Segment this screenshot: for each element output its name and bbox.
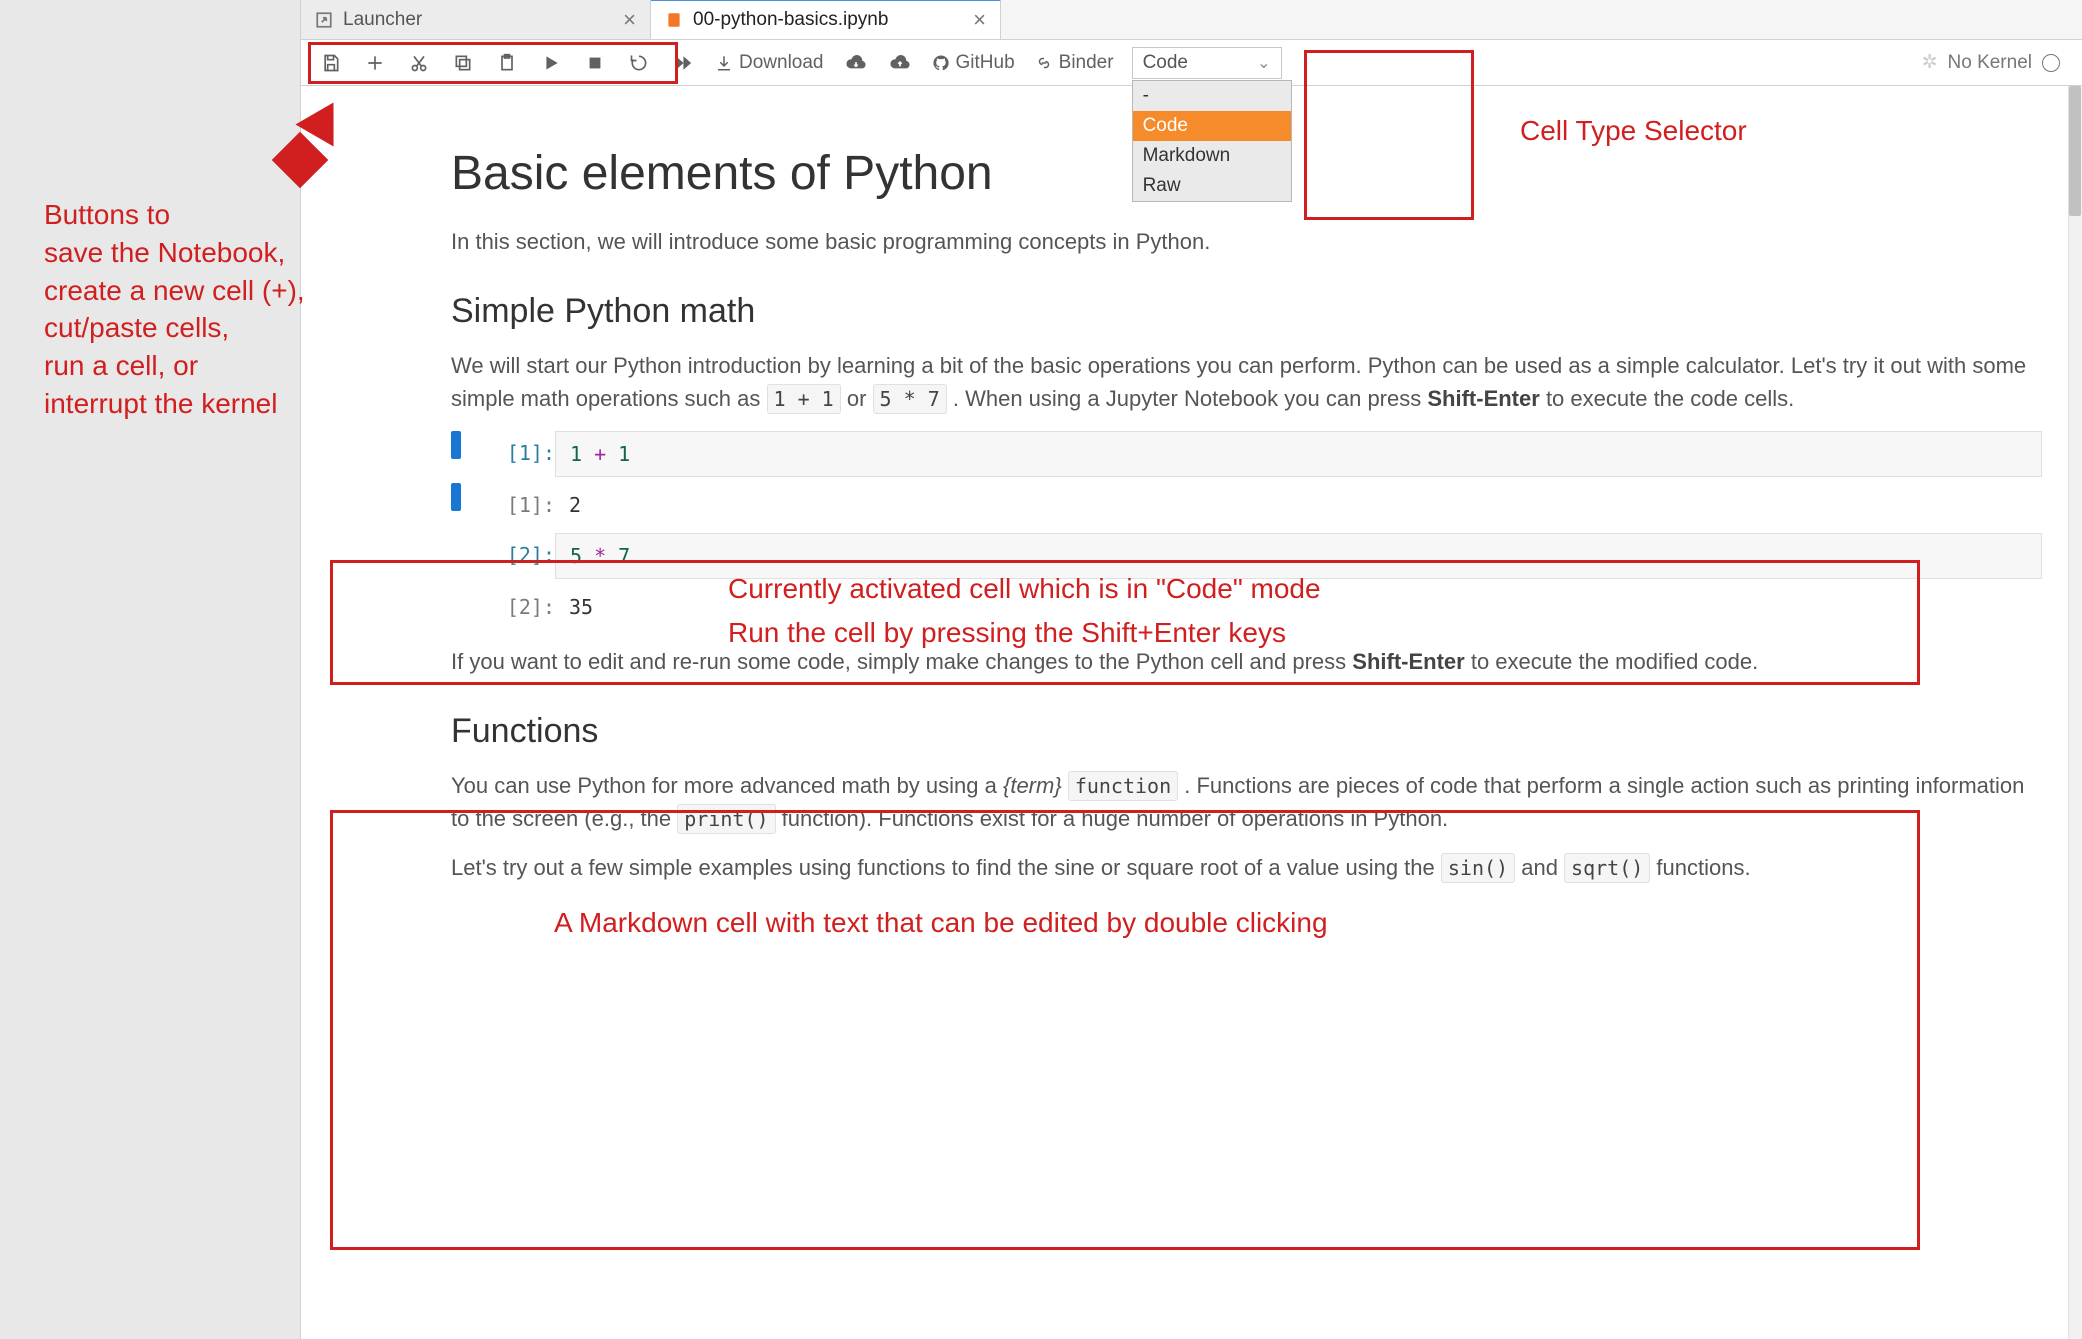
cloud-download-button[interactable] [836, 46, 876, 80]
celltype-dropdown: - Code Markdown Raw [1132, 80, 1292, 202]
paragraph: We will start our Python introduction by… [451, 349, 2042, 415]
celltype-option[interactable]: Raw [1133, 171, 1291, 201]
notebook-icon [665, 11, 683, 29]
inline-code: sqrt() [1564, 853, 1650, 883]
celltype-option[interactable]: Markdown [1133, 141, 1291, 171]
inline-code: sin() [1441, 853, 1515, 883]
paragraph: You can use Python for more advanced mat… [451, 769, 2042, 835]
output-cell: [1]: 2 [451, 483, 2042, 527]
cell-gutter [451, 585, 461, 613]
out-prompt: [1]: [475, 483, 555, 517]
toolbar: Download GitHub Binder Code ⌄ - Code Mar… [301, 40, 2082, 86]
github-button[interactable]: GitHub [924, 52, 1023, 74]
code-output: 2 [555, 483, 2042, 527]
code-cell[interactable]: [2]: 5 * 7 [451, 533, 2042, 579]
sidebar-panel [0, 0, 300, 1339]
inline-code: 1 + 1 [767, 384, 841, 414]
paragraph: If you want to edit and re-run some code… [451, 645, 2042, 678]
output-cell: [2]: 35 [451, 585, 2042, 629]
binder-label: Binder [1059, 52, 1114, 74]
code-input[interactable]: 5 * 7 [555, 533, 2042, 579]
paragraph: Let's try out a few simple examples usin… [451, 851, 2042, 884]
bug-icon[interactable]: ✲ [1922, 51, 1938, 74]
stop-button[interactable] [575, 46, 615, 80]
celltype-selector[interactable]: Code ⌄ - Code Markdown Raw [1132, 47, 1282, 79]
tab-launcher[interactable]: Launcher × [301, 0, 651, 39]
inline-code: print() [677, 804, 775, 834]
celltype-current: Code [1143, 52, 1188, 74]
kernel-status-label[interactable]: No Kernel [1948, 52, 2033, 74]
run-button[interactable] [531, 46, 571, 80]
tab-bar: Launcher × 00-python-basics.ipynb × [301, 0, 2082, 40]
celltype-option[interactable]: Code [1133, 111, 1291, 141]
save-button[interactable] [311, 46, 351, 80]
in-prompt: [2]: [475, 533, 555, 567]
paragraph: In this section, we will introduce some … [451, 225, 2042, 258]
paste-button[interactable] [487, 46, 527, 80]
close-icon[interactable]: × [623, 7, 636, 33]
notebook-area[interactable]: Basic elements of Python In this section… [301, 86, 2082, 1339]
tab-label: 00-python-basics.ipynb [693, 9, 888, 31]
kernel-status: ✲ No Kernel [1922, 51, 2072, 74]
out-prompt: [2]: [475, 585, 555, 619]
binder-button[interactable]: Binder [1027, 52, 1122, 74]
tab-label: Launcher [343, 9, 422, 31]
scrollbar[interactable] [2068, 86, 2082, 1339]
kernel-indicator-icon[interactable] [2042, 54, 2060, 72]
copy-button[interactable] [443, 46, 483, 80]
launcher-icon [315, 11, 333, 29]
github-label: GitHub [956, 52, 1015, 74]
code-cell[interactable]: [1]: 1 + 1 [451, 431, 2042, 477]
cell-gutter [451, 431, 461, 459]
code-output: 35 [555, 585, 2042, 629]
cell-gutter [451, 483, 461, 511]
fast-forward-button[interactable] [663, 46, 703, 80]
close-icon[interactable]: × [973, 7, 986, 33]
markdown-cell[interactable]: If you want to edit and re-run some code… [451, 645, 2042, 884]
main-panel: Launcher × 00-python-basics.ipynb × [300, 0, 2082, 1339]
inline-code: 5 * 7 [873, 384, 947, 414]
add-cell-button[interactable] [355, 46, 395, 80]
tab-notebook[interactable]: 00-python-basics.ipynb × [651, 0, 1001, 39]
scrollbar-thumb[interactable] [2069, 86, 2081, 216]
download-button[interactable]: Download [707, 52, 832, 74]
cut-button[interactable] [399, 46, 439, 80]
section-heading: Functions [451, 712, 2042, 751]
download-label: Download [739, 52, 824, 74]
cloud-upload-button[interactable] [880, 46, 920, 80]
inline-code: function [1068, 771, 1178, 801]
cell-gutter [451, 533, 461, 561]
section-heading: Simple Python math [451, 292, 2042, 331]
code-input[interactable]: 1 + 1 [555, 431, 2042, 477]
chevron-down-icon: ⌄ [1257, 53, 1270, 73]
restart-button[interactable] [619, 46, 659, 80]
in-prompt: [1]: [475, 431, 555, 465]
celltype-option[interactable]: - [1133, 81, 1291, 111]
